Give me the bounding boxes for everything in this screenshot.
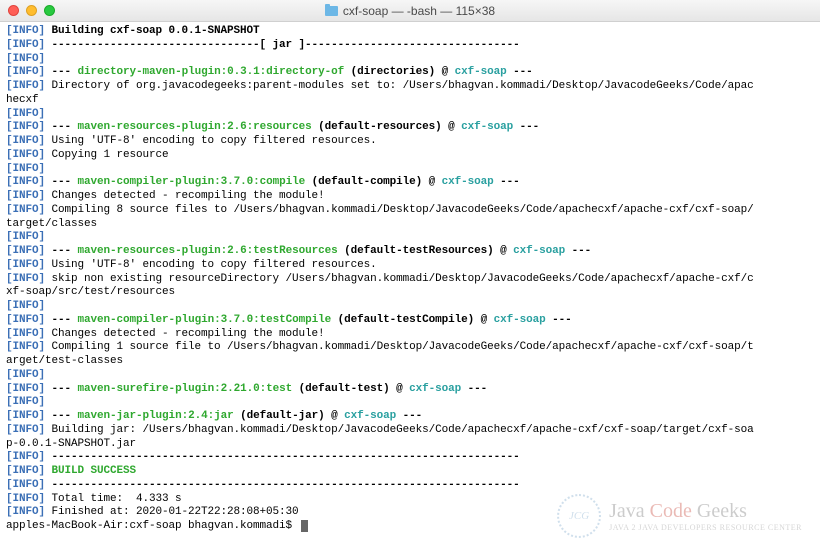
info-tag: [INFO] <box>6 341 45 353</box>
terminal-line: [INFO] Compiling 8 source files to /User… <box>6 204 814 218</box>
minimize-icon[interactable] <box>26 5 37 16</box>
info-tag: [INFO] <box>6 259 45 271</box>
info-tag: [INFO] <box>6 410 45 422</box>
terminal-line: [INFO] --- maven-resources-plugin:2.6:re… <box>6 121 814 135</box>
window-title: cxf-soap — -bash — 115×38 <box>343 4 495 18</box>
info-tag: [INFO] <box>6 80 45 92</box>
terminal-line: [INFO] Compiling 1 source file to /Users… <box>6 341 814 355</box>
terminal-line: [INFO] Directory of org.javacodegeeks:pa… <box>6 80 814 94</box>
terminal-line: xf-soap/src/test/resources <box>6 286 814 300</box>
info-tag: [INFO] <box>6 135 45 147</box>
window-title-wrap: cxf-soap — -bash — 115×38 <box>0 4 820 18</box>
folder-icon <box>325 6 338 16</box>
info-tag: [INFO] <box>6 108 45 120</box>
info-tag: [INFO] <box>6 121 45 133</box>
info-tag: [INFO] <box>6 465 45 477</box>
terminal-line: [INFO] Finished at: 2020-01-22T22:28:08+… <box>6 506 814 520</box>
terminal-line: [INFO] Changes detected - recompiling th… <box>6 328 814 342</box>
terminal-line: [INFO] <box>6 396 814 410</box>
info-tag: [INFO] <box>6 369 45 381</box>
info-tag: [INFO] <box>6 273 45 285</box>
info-tag: [INFO] <box>6 39 45 51</box>
info-tag: [INFO] <box>6 231 45 243</box>
cursor-icon <box>301 520 308 532</box>
terminal-line: [INFO] Total time: 4.333 s <box>6 493 814 507</box>
prompt-line[interactable]: apples-MacBook-Air:cxf-soap bhagvan.komm… <box>6 520 814 534</box>
terminal-line: [INFO] skip non existing resourceDirecto… <box>6 273 814 287</box>
terminal-line: [INFO] Building jar: /Users/bhagvan.komm… <box>6 424 814 438</box>
terminal-line: [INFO] ---------------------------------… <box>6 479 814 493</box>
terminal-line: [INFO] --------------------------------[… <box>6 39 814 53</box>
terminal-line: p-0.0.1-SNAPSHOT.jar <box>6 438 814 452</box>
terminal-line: [INFO] <box>6 108 814 122</box>
terminal-line: [INFO] <box>6 163 814 177</box>
terminal-line: target/classes <box>6 218 814 232</box>
info-tag: [INFO] <box>6 383 45 395</box>
terminal-line: hecxf <box>6 94 814 108</box>
terminal-line: [INFO] Using 'UTF-8' encoding to copy fi… <box>6 259 814 273</box>
terminal-line: [INFO] <box>6 231 814 245</box>
info-tag: [INFO] <box>6 493 45 505</box>
window-controls <box>8 5 55 16</box>
terminal-line: [INFO] --- maven-surefire-plugin:2.21.0:… <box>6 383 814 397</box>
terminal-line: [INFO] Copying 1 resource <box>6 149 814 163</box>
info-tag: [INFO] <box>6 300 45 312</box>
terminal-line: [INFO] --- maven-compiler-plugin:3.7.0:c… <box>6 176 814 190</box>
info-tag: [INFO] <box>6 190 45 202</box>
info-tag: [INFO] <box>6 163 45 175</box>
terminal-line: [INFO] <box>6 369 814 383</box>
info-tag: [INFO] <box>6 149 45 161</box>
terminal-line: [INFO] Using 'UTF-8' encoding to copy fi… <box>6 135 814 149</box>
info-tag: [INFO] <box>6 66 45 78</box>
terminal-output[interactable]: [INFO] Building cxf-soap 0.0.1-SNAPSHOT[… <box>0 22 820 537</box>
titlebar: cxf-soap — -bash — 115×38 <box>0 0 820 22</box>
info-tag: [INFO] <box>6 396 45 408</box>
info-tag: [INFO] <box>6 314 45 326</box>
terminal-line: [INFO] --- directory-maven-plugin:0.3.1:… <box>6 66 814 80</box>
close-icon[interactable] <box>8 5 19 16</box>
terminal-line: [INFO] Building cxf-soap 0.0.1-SNAPSHOT <box>6 25 814 39</box>
terminal-line: [INFO] BUILD SUCCESS <box>6 465 814 479</box>
info-tag: [INFO] <box>6 245 45 257</box>
terminal-line: [INFO] Changes detected - recompiling th… <box>6 190 814 204</box>
info-tag: [INFO] <box>6 204 45 216</box>
zoom-icon[interactable] <box>44 5 55 16</box>
terminal-line: [INFO] <box>6 53 814 67</box>
info-tag: [INFO] <box>6 176 45 188</box>
info-tag: [INFO] <box>6 328 45 340</box>
info-tag: [INFO] <box>6 506 45 518</box>
info-tag: [INFO] <box>6 25 45 37</box>
info-tag: [INFO] <box>6 479 45 491</box>
terminal-line: [INFO] ---------------------------------… <box>6 451 814 465</box>
info-tag: [INFO] <box>6 424 45 436</box>
info-tag: [INFO] <box>6 53 45 65</box>
info-tag: [INFO] <box>6 451 45 463</box>
terminal-line: [INFO] --- maven-jar-plugin:2.4:jar (def… <box>6 410 814 424</box>
terminal-line: [INFO] <box>6 300 814 314</box>
terminal-line: arget/test-classes <box>6 355 814 369</box>
terminal-line: [INFO] --- maven-compiler-plugin:3.7.0:t… <box>6 314 814 328</box>
terminal-line: [INFO] --- maven-resources-plugin:2.6:te… <box>6 245 814 259</box>
